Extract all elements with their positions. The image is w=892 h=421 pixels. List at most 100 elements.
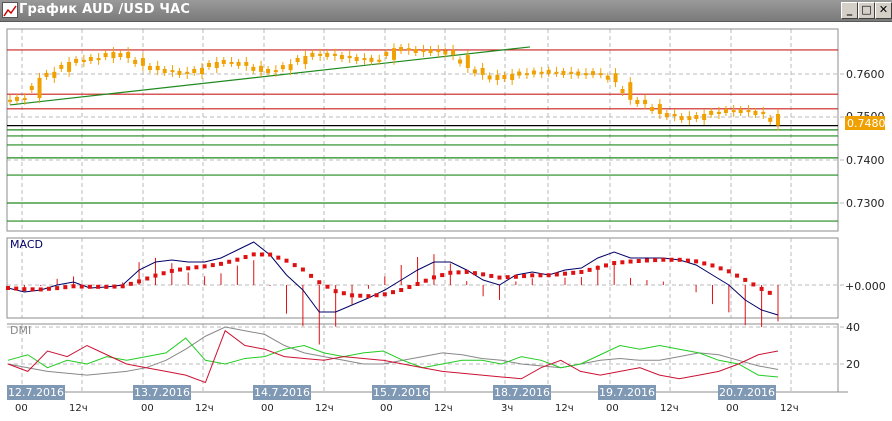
date-label: 12.7.2016 (7, 385, 65, 400)
signal-dot (227, 259, 232, 264)
signal-dot (448, 270, 453, 275)
signal-dot (628, 259, 633, 264)
candle-body (22, 98, 27, 101)
signal-dot (579, 269, 584, 274)
macd-label: MACD (10, 238, 43, 251)
signal-dot (759, 286, 764, 291)
signal-dot (284, 258, 289, 263)
candle-body (325, 52, 330, 57)
candle-body (731, 110, 736, 113)
signal-dot (563, 271, 568, 276)
hour-label: 00 (141, 403, 154, 414)
signal-dot (145, 276, 150, 281)
signal-dot (538, 273, 543, 278)
candle-body (15, 96, 19, 101)
candle-body (694, 115, 699, 119)
date-label: 15.7.2016 (372, 385, 430, 400)
signal-dot (513, 274, 518, 279)
signal-dot (169, 268, 174, 273)
signal-dot (571, 270, 576, 275)
candle-body (259, 65, 264, 72)
signal-dot (677, 257, 682, 262)
signal-dot (194, 265, 199, 270)
hour-label: 00 (380, 403, 393, 414)
signal-dot (694, 259, 699, 264)
hour-label: 12ч (195, 403, 214, 414)
candle-body (339, 55, 344, 60)
candle-body (495, 74, 500, 81)
date-label: 14.7.2016 (253, 385, 311, 400)
signal-dot (30, 287, 35, 292)
candle-body (406, 48, 411, 51)
candle-body (761, 111, 766, 114)
candle-body (244, 61, 249, 66)
signal-dot (202, 264, 207, 269)
signal-dot (317, 280, 322, 285)
candle-body (111, 52, 116, 59)
candle-body (44, 72, 49, 77)
candle-body (451, 49, 456, 56)
macd-panel[interactable] (6, 237, 839, 319)
signal-dot (366, 294, 371, 299)
date-label: 20.7.2016 (718, 385, 776, 400)
signal-dot (702, 261, 707, 266)
candle-body (392, 48, 396, 60)
candle-body (716, 111, 721, 114)
signal-dot (489, 273, 494, 278)
signal-dot (104, 284, 109, 289)
signal-dot (153, 273, 158, 278)
candle-body (472, 69, 477, 74)
signal-dot (644, 258, 649, 263)
signal-dot (79, 284, 84, 289)
candle-body (584, 73, 588, 76)
signal-dot (350, 293, 355, 298)
signal-dot (554, 272, 559, 277)
candle-body (162, 68, 167, 73)
candle-body (207, 62, 211, 67)
signal-dot (210, 263, 215, 268)
candle-body (702, 113, 707, 121)
trend-line (9, 46, 531, 106)
candle-body (103, 53, 108, 58)
candle-body (155, 65, 160, 71)
signal-dot (120, 284, 125, 289)
candle-body (332, 53, 337, 56)
candle-body (236, 61, 241, 66)
hour-label: 00 (606, 403, 619, 414)
signal-dot (292, 263, 297, 268)
candle-body (672, 113, 677, 117)
signal-dot (6, 286, 10, 290)
candle-body (620, 88, 625, 93)
plus-di-line (7, 337, 779, 378)
signal-dot (743, 277, 748, 282)
signal-dot (186, 266, 191, 271)
signal-dot (603, 263, 608, 268)
signal-dot (726, 269, 731, 274)
candle-body (347, 55, 352, 59)
candle-body (74, 58, 79, 63)
candle-body (170, 70, 175, 73)
signal-dot (268, 252, 273, 257)
signal-dot (423, 278, 428, 283)
candle-body (288, 64, 293, 71)
date-label: 19.7.2016 (598, 385, 656, 400)
candle-body (546, 69, 551, 74)
candle-body (413, 48, 418, 53)
signal-dot (38, 287, 43, 292)
chart-canvas[interactable]: 0.7600 0.7500 0.7400 0.7300 0.7480 MACD … (0, 0, 892, 421)
candle-body (421, 49, 426, 53)
candle-body (318, 53, 323, 56)
candle-body (709, 110, 714, 115)
candle-body (598, 73, 603, 76)
candle-body (657, 104, 662, 114)
signal-dot (14, 286, 19, 291)
signal-dot (718, 266, 723, 271)
candle-body (295, 58, 300, 63)
candle-body (59, 64, 64, 69)
candle-body (768, 117, 773, 122)
signal-dot (71, 284, 76, 289)
minus-di-line (7, 329, 779, 384)
candle-body (52, 71, 57, 78)
candle-body (539, 71, 544, 74)
candle-body (67, 61, 72, 72)
